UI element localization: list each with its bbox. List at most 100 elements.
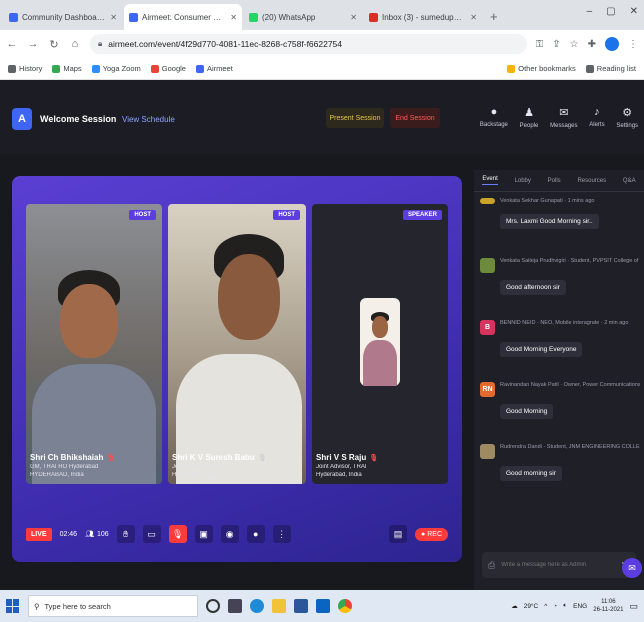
end-session-button[interactable]: End Session: [390, 108, 440, 128]
role-badge: SPEAKER: [402, 210, 442, 220]
message-meta: BENNID NEID · NEO, Mobile interagrate · …: [500, 320, 629, 326]
messages-tool[interactable]: ✉ Messages: [550, 106, 577, 154]
stage-controls-right: ▤ ● REC: [389, 525, 448, 543]
tab-qa[interactable]: Q&A: [623, 178, 636, 184]
close-window-button[interactable]: ✕: [630, 6, 638, 17]
role-badge: HOST: [273, 210, 300, 220]
tab-favicon-icon: [129, 12, 138, 22]
tab-title: Airmeet: Consumer Session: [142, 12, 227, 22]
notifications-icon[interactable]: ▭: [629, 601, 638, 612]
chat-input-box: ⎙ ➤: [482, 552, 636, 578]
mail-icon[interactable]: [316, 599, 330, 613]
settings-tool[interactable]: ⚙ Settings: [616, 106, 638, 154]
participant-video-frame: [360, 298, 400, 386]
participant-name: Shri K V Suresh Babu: [172, 453, 255, 462]
attendee-count: 👥︎ 106: [85, 530, 109, 539]
input-language[interactable]: ENG: [573, 603, 587, 610]
participant-tile-1[interactable]: HOST Shri Ch Bhikshaiah 🎙︎ GM, TRAI RO Hy…: [26, 204, 162, 484]
record-button[interactable]: ● REC: [415, 527, 448, 541]
tab-close-icon[interactable]: ✕: [470, 13, 477, 22]
mic-toggle-button[interactable]: 🎙︎: [168, 525, 187, 543]
raise-hand-button[interactable]: ✋︎: [116, 525, 135, 543]
browser-tab-4[interactable]: Inbox (3) - sumedup@gmail.c ✕: [364, 4, 482, 30]
participant-face: [60, 284, 118, 358]
tab-resources[interactable]: Resources: [577, 178, 606, 184]
taskbar-search[interactable]: ⚲ Type here to search: [28, 595, 198, 617]
tab-lobby[interactable]: Lobby: [515, 178, 531, 184]
store-icon[interactable]: [294, 599, 308, 613]
weather-temp: 29°C: [523, 602, 539, 610]
backstage-icon: ●: [490, 106, 498, 118]
new-tab-button[interactable]: +: [484, 9, 504, 30]
bookmark-maps[interactable]: Maps: [52, 64, 82, 73]
browser-tab-3[interactable]: (20) WhatsApp ✕: [244, 4, 362, 30]
tool-label: Settings: [616, 123, 639, 129]
tab-close-icon[interactable]: ✕: [110, 13, 117, 22]
more-options-icon[interactable]: ⋮: [272, 525, 291, 543]
chrome-icon[interactable]: [338, 599, 352, 613]
attachment-icon[interactable]: ⎙: [488, 560, 495, 571]
backstage-tool[interactable]: ● Backstage: [480, 106, 508, 154]
view-schedule-link[interactable]: View Schedule: [122, 115, 175, 124]
star-icon[interactable]: ☆: [570, 39, 579, 50]
live-badge: LIVE: [26, 527, 52, 541]
camera-toggle-button[interactable]: ▣: [194, 525, 213, 543]
tab-polls[interactable]: Polls: [548, 178, 561, 184]
maximize-button[interactable]: ▢: [606, 6, 615, 17]
extensions-icon[interactable]: ✚: [588, 39, 596, 50]
present-session-button[interactable]: Present Session: [326, 108, 384, 128]
profile-avatar[interactable]: [605, 37, 619, 51]
other-bookmarks[interactable]: Other bookmarks: [507, 64, 576, 73]
menu-icon[interactable]: ⋮: [628, 39, 638, 50]
participant-tile-3[interactable]: SPEAKER Shri V S Raju 🎙︎ Joint Advisor, T…: [312, 204, 448, 484]
message-text: Mrs. Laxmi Good Morning sir..: [500, 214, 599, 229]
bookmark-google[interactable]: Google: [150, 64, 186, 73]
reading-list[interactable]: Reading list: [585, 64, 636, 73]
taskbar-clock[interactable]: 11:06 26-11-2021: [593, 598, 623, 614]
people-tool[interactable]: ♟ People: [520, 106, 539, 154]
mic-muted-icon: 🎙︎: [369, 455, 379, 462]
tab-event[interactable]: Event: [482, 176, 498, 185]
reactions-button[interactable]: ●: [246, 525, 265, 543]
browser-tab-1[interactable]: Community Dashboard - Vibe ✕: [4, 4, 122, 30]
forward-icon[interactable]: →: [27, 38, 39, 50]
share-icon[interactable]: ⇪: [552, 39, 560, 50]
chat-message-input[interactable]: [501, 562, 615, 568]
avatar: [480, 198, 495, 204]
bookmark-history[interactable]: History: [8, 64, 42, 73]
task-view-icon[interactable]: [228, 599, 242, 613]
address-bar[interactable]: 🔒︎ airmeet.com/event/4f29d770-4081-11ec-…: [90, 34, 527, 54]
minimize-button[interactable]: –: [587, 6, 593, 17]
session-stage: HOST Shri Ch Bhikshaiah 🎙︎ GM, TRAI RO Hy…: [12, 176, 462, 562]
tab-favicon-icon: [369, 12, 378, 22]
alerts-tool[interactable]: ♪ Alerts: [589, 106, 604, 154]
tab-close-icon[interactable]: ✕: [230, 13, 237, 22]
bookmark-airmeet[interactable]: Airmeet: [195, 64, 233, 73]
browser-tab-2[interactable]: Airmeet: Consumer Session ✕: [124, 4, 242, 30]
layout-toggle-button[interactable]: ▤: [389, 525, 408, 543]
reload-icon[interactable]: ↻: [48, 38, 60, 51]
url-text: airmeet.com/event/4f29d770-4081-11ec-826…: [108, 39, 343, 49]
back-icon[interactable]: ←: [6, 38, 18, 50]
windows-start-icon[interactable]: [6, 599, 20, 613]
help-chat-button[interactable]: ✉: [622, 558, 642, 578]
effects-button[interactable]: ◉: [220, 525, 239, 543]
share-screen-icon[interactable]: ▭: [142, 525, 161, 543]
participant-location: HYDERABAD, India: [30, 472, 84, 478]
cortana-icon[interactable]: [206, 599, 220, 613]
tab-close-icon[interactable]: ✕: [350, 13, 357, 22]
screen: Community Dashboard - Vibe ✕ Airmeet: Co…: [0, 0, 644, 622]
key-icon[interactable]: ⚿: [536, 39, 544, 50]
file-explorer-icon[interactable]: [272, 599, 286, 613]
tab-favicon-icon: [249, 12, 258, 22]
edge-icon[interactable]: [250, 599, 264, 613]
taskbar-search-placeholder: Type here to search: [44, 601, 111, 611]
volume-icon[interactable]: 🔈︎: [563, 602, 567, 610]
messages-icon: ✉: [559, 107, 569, 119]
participant-tile-2[interactable]: HOST Shri K V Suresh Babu 🎙︎ Joint Adviso…: [168, 204, 306, 484]
wifi-icon[interactable]: ◔: [553, 603, 557, 610]
bookmark-yoga-zoom[interactable]: Yoga Zoom: [91, 64, 141, 73]
tray-arrow-icon[interactable]: ^: [544, 603, 547, 610]
home-icon[interactable]: ⌂: [69, 38, 81, 50]
participant-face: [218, 254, 280, 340]
